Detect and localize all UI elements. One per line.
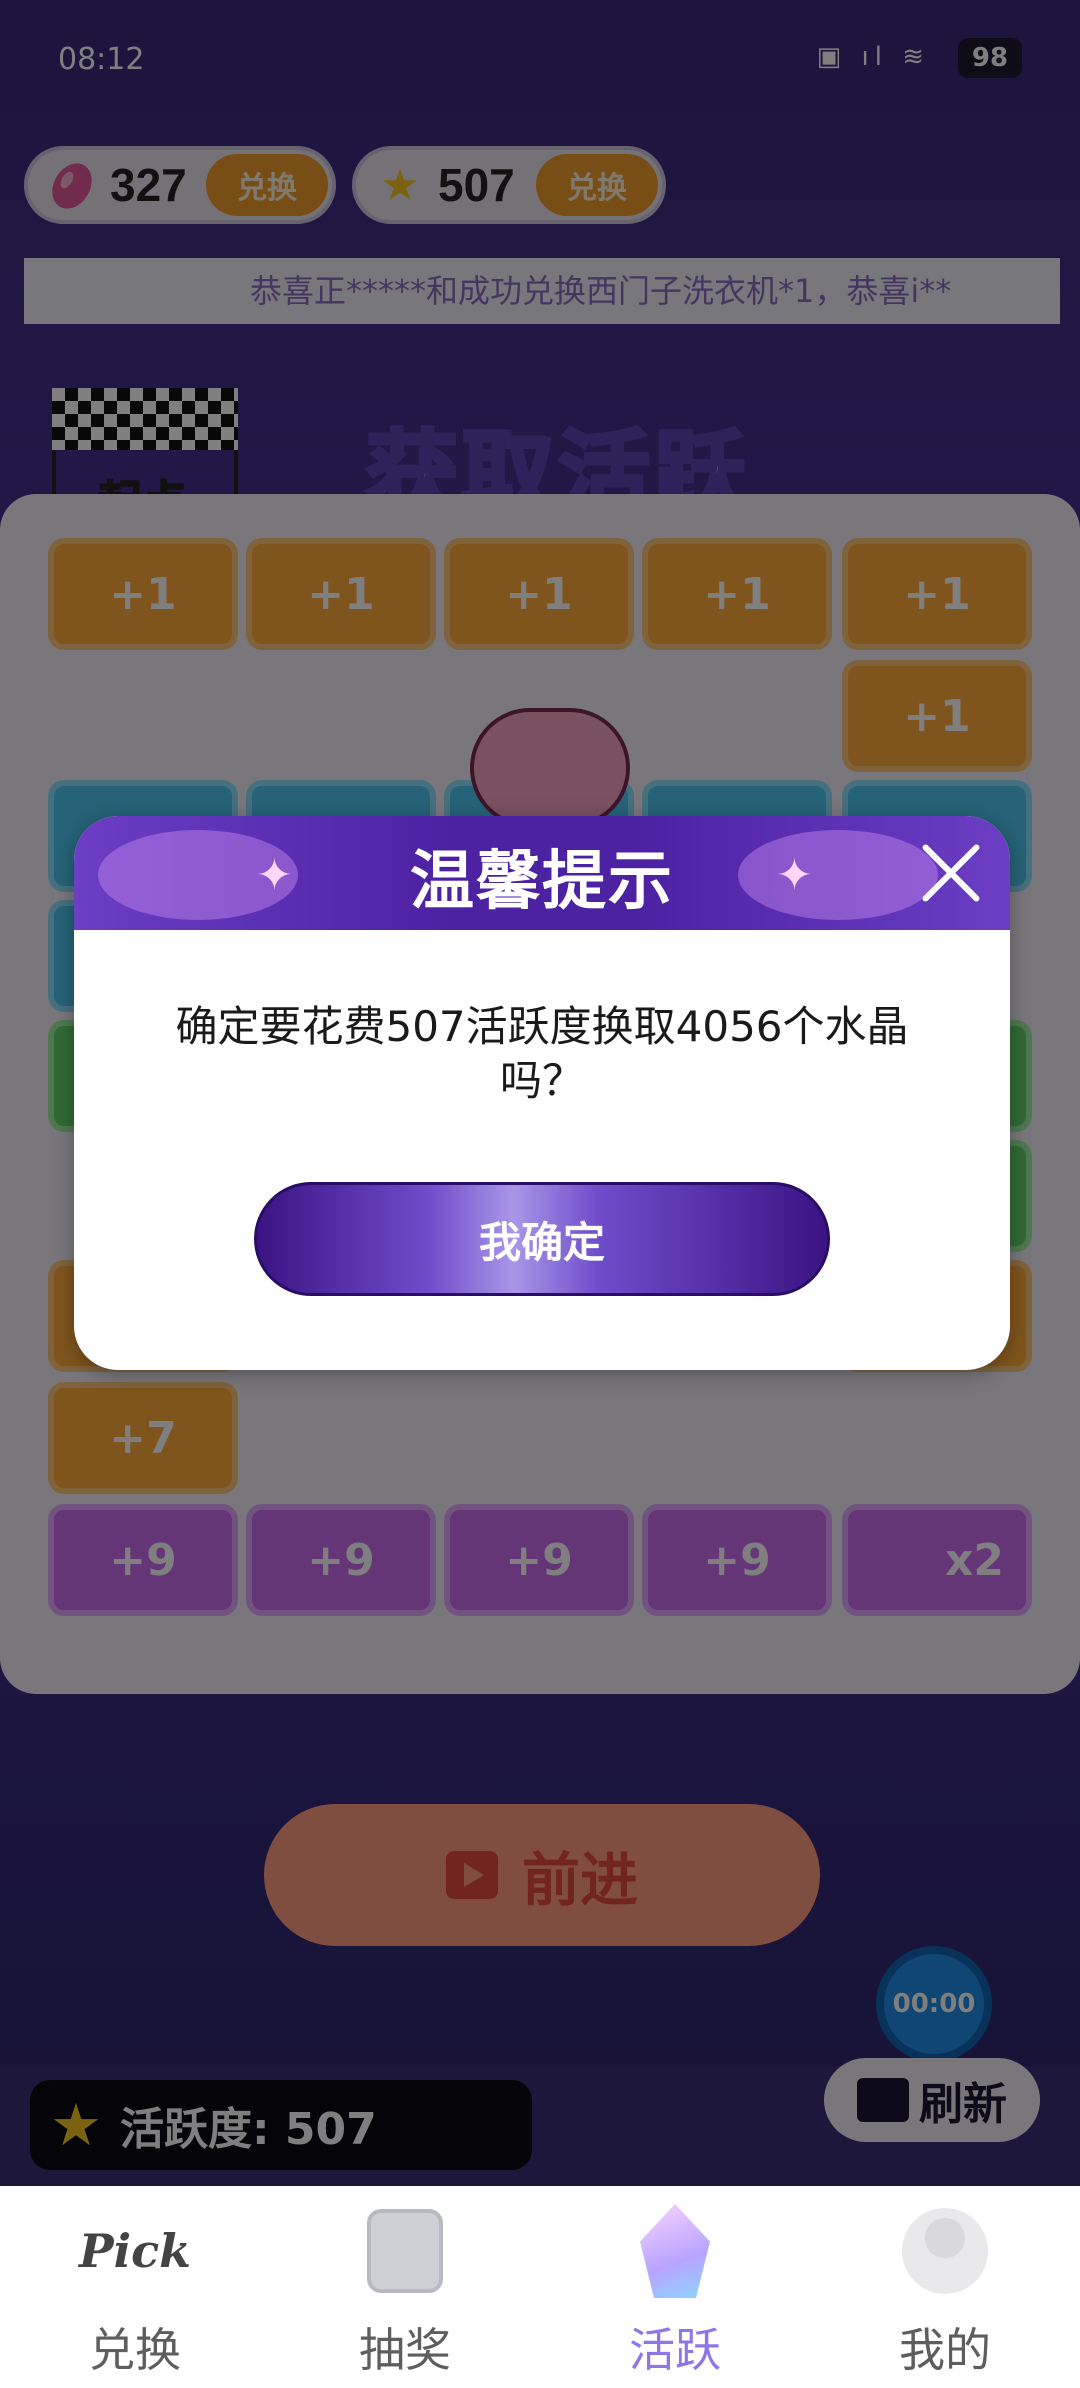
close-icon[interactable]: [918, 840, 984, 906]
tab-exchange[interactable]: Pick 兑换: [0, 2186, 270, 2388]
tab-lottery[interactable]: 抽奖: [270, 2186, 540, 2388]
pick-logo-icon: Pick: [79, 2224, 191, 2278]
ticket-icon: [360, 2206, 450, 2296]
person-icon: [900, 2206, 990, 2296]
tab-active[interactable]: 活跃: [540, 2186, 810, 2388]
bottom-tab-bar: Pick 兑换 抽奖 活跃 我的: [0, 2186, 1080, 2388]
crystal-icon: [630, 2204, 720, 2298]
tab-label: 活跃: [629, 2323, 721, 2377]
dialog-message: 确定要花费507活跃度换取4056个水晶吗？: [175, 1002, 909, 1105]
tab-label: 我的: [899, 2323, 991, 2377]
confirm-dialog: ✦ ✦ 温馨提示 确定要花费507活跃度换取4056个水晶吗？ 我确定: [74, 816, 1010, 1370]
dialog-title: 温馨提示: [410, 845, 674, 919]
tab-profile[interactable]: 我的: [810, 2186, 1080, 2388]
tab-label: 兑换: [89, 2323, 181, 2377]
tab-label: 抽奖: [359, 2323, 451, 2377]
confirm-button[interactable]: 我确定: [254, 1182, 830, 1296]
dialog-header: ✦ ✦ 温馨提示: [74, 816, 1010, 930]
